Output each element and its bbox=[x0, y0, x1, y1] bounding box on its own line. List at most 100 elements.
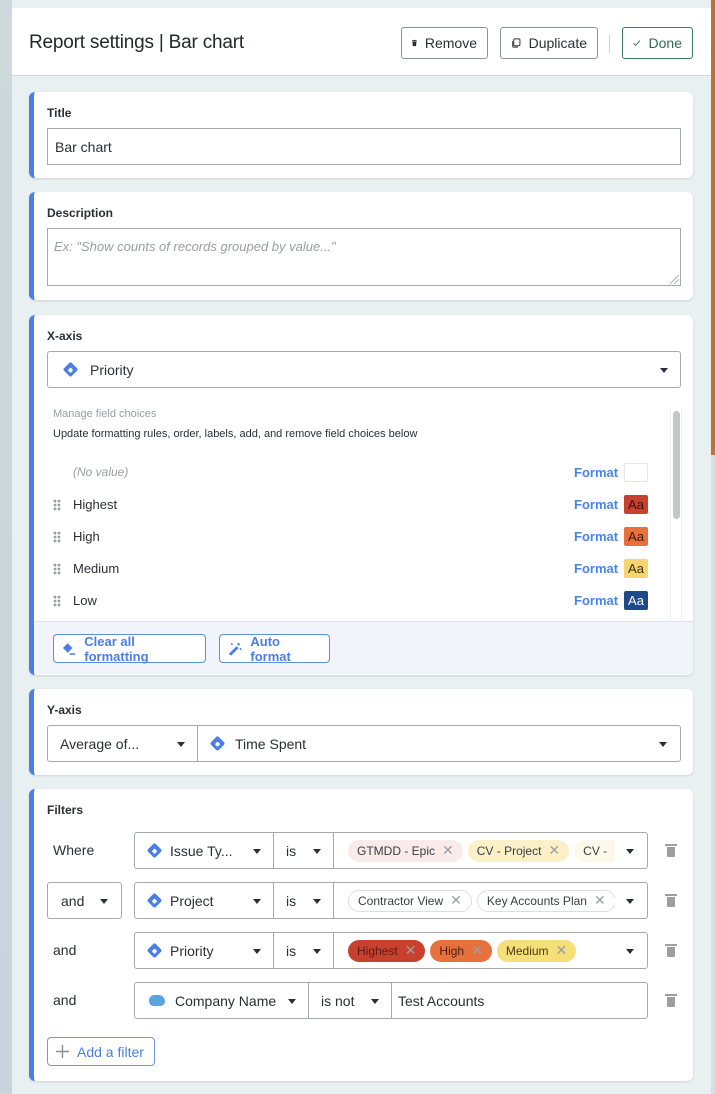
filters-label: Filters bbox=[47, 803, 84, 817]
clear-formatting-button[interactable]: Clear all formatting bbox=[53, 633, 206, 664]
scrollbar-thumb[interactable] bbox=[673, 411, 680, 519]
remove-chip-icon[interactable]: ✕ bbox=[442, 842, 454, 859]
format-swatch[interactable]: Aa bbox=[624, 591, 648, 610]
chip-label: CV - Project bbox=[476, 843, 542, 858]
x-axis-field-select[interactable]: Priority bbox=[47, 351, 681, 388]
format-link[interactable]: Format bbox=[574, 465, 618, 480]
chevron-down-icon bbox=[626, 899, 634, 904]
clear-formatting-label: Clear all formatting bbox=[84, 633, 149, 664]
format-swatch[interactable]: Aa bbox=[624, 495, 648, 514]
filter-operator-value: is bbox=[286, 842, 297, 859]
done-button[interactable]: Done bbox=[622, 27, 693, 59]
field-choice-label: High bbox=[73, 529, 100, 544]
x-axis-field-value: Priority bbox=[90, 361, 134, 378]
conjunction-label: and bbox=[53, 942, 77, 958]
title-card: Title Bar chart bbox=[29, 92, 693, 178]
add-filter-button[interactable]: Add a filter bbox=[47, 1037, 155, 1066]
filter-field-value: Project bbox=[170, 892, 214, 909]
manage-choices-title: Manage field choices bbox=[53, 408, 157, 420]
remove-button[interactable]: Remove bbox=[401, 27, 488, 59]
filter-operator-select[interactable]: is bbox=[273, 882, 334, 919]
y-axis-label: Y-axis bbox=[47, 703, 82, 717]
choices-scrollbar[interactable] bbox=[670, 408, 682, 621]
filter-value-multiselect[interactable]: GTMDD - Epic ✕ CV - Project ✕ CV - ✕ bbox=[333, 832, 648, 869]
format-link[interactable]: Format bbox=[574, 561, 618, 576]
x-axis-label: X-axis bbox=[47, 329, 83, 343]
resize-handle[interactable] bbox=[670, 275, 679, 284]
salesforce-cloud-icon bbox=[149, 995, 165, 1006]
filter-field-select[interactable]: Issue Ty... bbox=[134, 832, 274, 869]
remove-chip-icon[interactable]: ✕ bbox=[594, 892, 606, 909]
delete-filter-icon[interactable] bbox=[665, 994, 677, 1007]
field-choice-row: Medium Format Aa bbox=[47, 559, 648, 579]
chevron-down-icon bbox=[100, 899, 108, 904]
conjunction-select[interactable]: and bbox=[47, 882, 122, 919]
filter-operator-select[interactable]: is not bbox=[308, 982, 392, 1019]
chevron-down-icon bbox=[288, 999, 296, 1004]
filter-field-select[interactable]: Company Name bbox=[134, 982, 309, 1019]
chevron-down-icon bbox=[313, 899, 321, 904]
format-swatch[interactable]: Aa bbox=[624, 559, 648, 578]
chip-label: High bbox=[439, 943, 465, 958]
chevron-down-icon bbox=[253, 849, 261, 854]
done-label: Done bbox=[648, 35, 682, 51]
filter-value-input[interactable]: Test Accounts bbox=[391, 982, 648, 1019]
filter-field-value: Priority bbox=[170, 942, 214, 959]
drag-handle-icon[interactable] bbox=[53, 499, 61, 511]
remove-chip-icon[interactable]: ✕ bbox=[471, 942, 483, 959]
chevron-down-icon bbox=[177, 742, 185, 747]
y-axis-field-select[interactable]: Time Spent bbox=[197, 725, 681, 762]
remove-chip-icon[interactable]: ✕ bbox=[614, 842, 615, 859]
panel-title: Report settings | Bar chart bbox=[29, 32, 244, 53]
format-swatch[interactable] bbox=[624, 463, 648, 482]
filter-value-chip: CV - Project ✕ bbox=[467, 839, 570, 862]
chip-label: CV - bbox=[583, 843, 608, 858]
auto-format-button[interactable]: Auto format bbox=[219, 634, 330, 664]
remove-chip-icon[interactable]: ✕ bbox=[405, 942, 417, 959]
report-settings-panel: Report settings | Bar chart Remove Dupli… bbox=[12, 0, 711, 1094]
filter-value-chip: CV - ✕ bbox=[574, 839, 615, 862]
drag-handle-icon[interactable] bbox=[53, 595, 61, 607]
filters-card: Filters Where Issue Ty... is GTMDD - Epic ✕ C… bbox=[29, 789, 693, 1081]
format-link[interactable]: Format bbox=[574, 497, 618, 512]
background-right-edge bbox=[711, 0, 715, 1094]
drag-handle-icon[interactable] bbox=[53, 531, 61, 543]
delete-filter-icon[interactable] bbox=[665, 944, 677, 957]
trash-icon bbox=[412, 39, 417, 47]
filter-value-chip: High ✕ bbox=[430, 939, 492, 962]
remove-chip-icon[interactable]: ✕ bbox=[556, 942, 568, 959]
filter-operator-select[interactable]: is bbox=[273, 832, 334, 869]
y-axis-card: Y-axis Average of... Time Spent bbox=[29, 689, 693, 775]
format-link[interactable]: Format bbox=[574, 593, 618, 608]
magic-wand-icon bbox=[228, 642, 242, 656]
remove-chip-icon[interactable]: ✕ bbox=[450, 892, 462, 909]
filter-operator-value: is bbox=[286, 942, 297, 959]
field-choice-row: Highest Format Aa bbox=[47, 495, 648, 515]
add-filter-label: Add a filter bbox=[77, 1043, 144, 1060]
description-placeholder: Ex: "Show counts of records grouped by v… bbox=[54, 239, 336, 254]
remove-chip-icon[interactable]: ✕ bbox=[548, 842, 560, 859]
filter-operator-select[interactable]: is bbox=[273, 932, 334, 969]
duplicate-button[interactable]: Duplicate bbox=[500, 27, 598, 59]
filter-field-select[interactable]: Project bbox=[134, 882, 274, 919]
plus-icon bbox=[56, 1045, 69, 1058]
chevron-down-icon bbox=[253, 949, 261, 954]
drag-handle-icon[interactable] bbox=[53, 563, 61, 575]
format-link[interactable]: Format bbox=[574, 529, 618, 544]
field-choice-label: Medium bbox=[73, 561, 120, 576]
delete-filter-icon[interactable] bbox=[665, 894, 677, 907]
filter-value-chip: GTMDD - Epic ✕ bbox=[348, 839, 463, 862]
filter-value-multiselect[interactable]: Highest ✕ High ✕ Medium ✕ bbox=[333, 932, 648, 969]
filter-value-multiselect[interactable]: Contractor View ✕ Key Accounts Plan ✕ bbox=[333, 882, 648, 919]
filter-field-select[interactable]: Priority bbox=[134, 932, 274, 969]
field-choice-row: High Format Aa bbox=[47, 527, 648, 547]
chevron-down-icon bbox=[626, 849, 634, 854]
y-axis-aggregation-select[interactable]: Average of... bbox=[47, 725, 198, 762]
background-left-edge bbox=[0, 0, 12, 1094]
description-label: Description bbox=[47, 206, 114, 220]
description-textarea[interactable]: Ex: "Show counts of records grouped by v… bbox=[47, 228, 681, 286]
jira-icon bbox=[146, 892, 163, 909]
title-input[interactable]: Bar chart bbox=[47, 128, 681, 165]
delete-filter-icon[interactable] bbox=[665, 844, 677, 857]
format-swatch[interactable]: Aa bbox=[624, 527, 648, 546]
